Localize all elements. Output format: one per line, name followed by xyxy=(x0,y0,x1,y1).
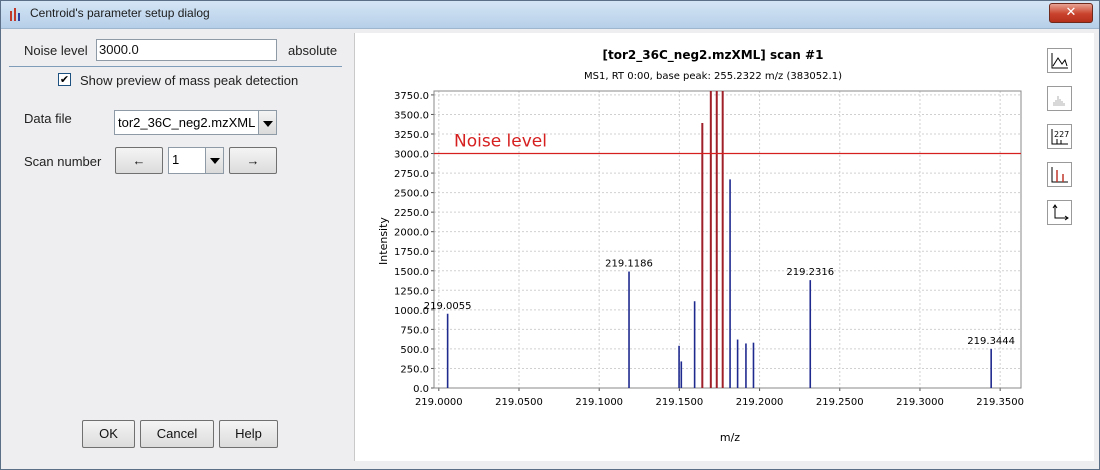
next-scan-button[interactable]: → xyxy=(229,147,277,174)
y-tick-label: 3000.0 xyxy=(394,150,429,161)
y-tick-label: 500.0 xyxy=(400,345,429,356)
y-tick-label: 0.0 xyxy=(413,384,429,395)
y-tick-label: 250.0 xyxy=(400,364,429,375)
y-tick-label: 2000.0 xyxy=(394,228,429,239)
y-tick-label: 1500.0 xyxy=(394,267,429,278)
app-icon xyxy=(10,8,20,21)
noise-level-unit: absolute xyxy=(288,43,338,58)
title-bar[interactable]: Centroid's parameter setup dialog ✕ xyxy=(1,1,1099,29)
show-data-points-icon xyxy=(1053,96,1065,106)
x-tick-label: 219.3000 xyxy=(896,397,944,408)
x-tick-label: 219.1000 xyxy=(575,397,623,408)
x-tick-label: 219.2000 xyxy=(736,397,784,408)
scan-number-select[interactable]: 1 xyxy=(168,147,224,174)
noise-level-input[interactable]: 3000.0 xyxy=(96,39,277,61)
y-tick-label: 750.0 xyxy=(400,325,429,336)
ok-button[interactable]: OK xyxy=(82,420,135,448)
noise-level-label: Noise level xyxy=(24,43,88,58)
annotations-icon-text: 227 xyxy=(1054,130,1069,139)
y-axis-label: Intensity xyxy=(377,217,390,265)
y-tick-label: 3250.0 xyxy=(394,130,429,141)
window-title: Centroid's parameter setup dialog xyxy=(30,6,210,20)
noise-level-annotation: Noise level xyxy=(454,132,547,152)
annotations-icon: 227 xyxy=(1051,129,1069,145)
x-axis-label: m/z xyxy=(720,431,740,444)
centroid-mode-button[interactable] xyxy=(1047,162,1072,187)
y-tick-label: 2750.0 xyxy=(394,169,429,180)
chart-title: [tor2_36C_neg2.mzXML] scan #1 xyxy=(603,48,824,63)
y-tick-label: 1250.0 xyxy=(394,286,429,297)
peak-label: 219.3444 xyxy=(967,336,1015,347)
y-tick-label: 2250.0 xyxy=(394,208,429,219)
centroid-mode-icon xyxy=(1051,167,1068,183)
x-tick-label: 219.3500 xyxy=(976,397,1024,408)
axes-setup-button[interactable] xyxy=(1047,200,1072,225)
chart-subtitle: MS1, RT 0:00, base peak: 255.2322 m/z (3… xyxy=(584,71,842,82)
y-tick-label: 3750.0 xyxy=(394,91,429,102)
spectrum-chart[interactable]: [tor2_36C_neg2.mzXML] scan #1 MS1, RT 0:… xyxy=(355,33,1093,461)
continuous-mode-button[interactable] xyxy=(1047,48,1072,73)
x-tick-label: 219.1500 xyxy=(656,397,704,408)
chevron-down-icon[interactable] xyxy=(205,148,223,173)
data-file-label: Data file xyxy=(24,111,72,126)
peak-label: 219.0055 xyxy=(424,301,472,312)
y-tick-label: 2500.0 xyxy=(394,189,429,200)
x-tick-label: 219.2500 xyxy=(816,397,864,408)
peak-label: 219.1186 xyxy=(605,259,653,270)
scan-number-value: 1 xyxy=(172,152,180,167)
continuous-mode-icon xyxy=(1051,53,1068,69)
x-tick-label: 219.0000 xyxy=(415,397,463,408)
annotations-button[interactable]: 227 xyxy=(1047,124,1072,149)
cancel-button[interactable]: Cancel xyxy=(140,420,214,448)
show-preview-checkbox[interactable]: ✔ xyxy=(58,73,71,86)
show-data-points-button[interactable] xyxy=(1047,86,1072,111)
show-preview-label: Show preview of mass peak detection xyxy=(80,73,299,88)
y-tick-label: 3500.0 xyxy=(394,110,429,121)
peak-label: 219.2316 xyxy=(786,267,834,278)
data-file-select[interactable]: tor2_36C_neg2.mzXML xyxy=(114,110,277,135)
close-button[interactable]: ✕ xyxy=(1049,3,1093,23)
y-tick-label: 1750.0 xyxy=(394,247,429,258)
axes-setup-icon xyxy=(1052,204,1069,221)
scan-number-label: Scan number xyxy=(24,154,102,169)
data-file-value: tor2_36C_neg2.mzXML xyxy=(118,115,256,130)
separator xyxy=(9,66,342,67)
chevron-down-icon[interactable] xyxy=(258,111,276,134)
dialog-window: Centroid's parameter setup dialog ✕ Nois… xyxy=(0,0,1100,470)
previous-scan-button[interactable]: ← xyxy=(115,147,163,174)
x-tick-label: 219.0500 xyxy=(495,397,543,408)
help-button[interactable]: Help xyxy=(219,420,278,448)
